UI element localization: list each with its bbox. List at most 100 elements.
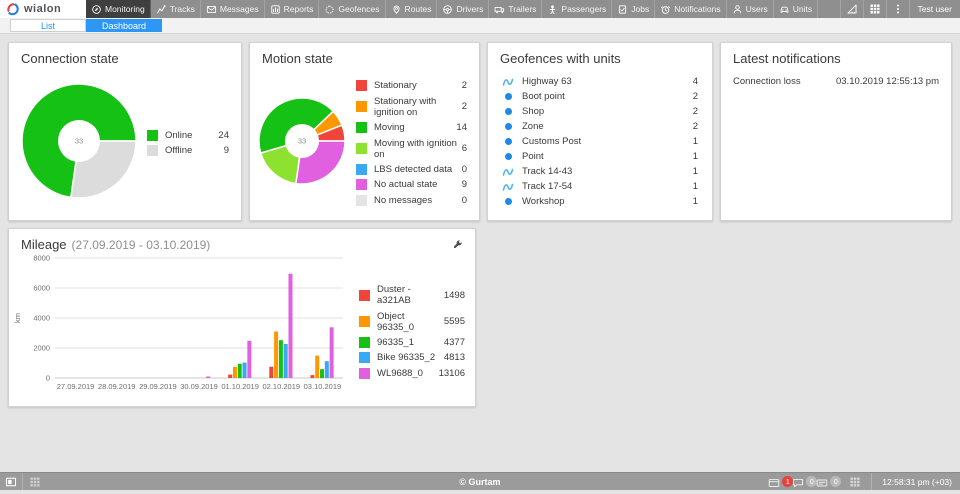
notification-row[interactable]: Connection loss03.10.2019 12:55:13 pm: [733, 74, 939, 89]
legend-item[interactable]: Moving14: [356, 120, 467, 135]
legend-color-swatch: [147, 130, 158, 141]
area-geofence-icon: [505, 138, 512, 145]
wialon-logo[interactable]: wialon: [0, 0, 86, 18]
chart-tools-icon[interactable]: [452, 239, 463, 250]
wialon-logo-text: wialon: [24, 3, 61, 15]
routes-icon: [391, 4, 402, 15]
legend-label: Object 96335_0: [377, 311, 444, 333]
legend-item[interactable]: Offline9: [147, 143, 229, 158]
legend-item[interactable]: Online24: [147, 128, 229, 143]
legend-item[interactable]: No messages0: [356, 192, 467, 207]
legend-item[interactable]: Object 96335_05595: [359, 308, 465, 334]
nav-item-label: Jobs: [631, 4, 649, 14]
nav-item-trailers[interactable]: Trailers: [489, 0, 542, 18]
ruler-icon[interactable]: [840, 0, 863, 18]
nav-item-units[interactable]: Units: [774, 0, 818, 18]
bottom-apps-grid-icon[interactable]: [23, 473, 46, 490]
geofences-list: Highway 634Boot point2Shop2Zone2Customs …: [488, 74, 712, 209]
mileage-bar-chart: 02000400060008000km27.09.201928.09.20192…: [11, 252, 349, 407]
nav-item-geofences[interactable]: Geofences: [319, 0, 385, 18]
motion-state-donut-chart: 33: [258, 97, 346, 190]
legend-label: Duster - a321AB: [377, 284, 444, 306]
footer-grid-icon[interactable]: [849, 476, 861, 488]
geofence-row[interactable]: Boot point2: [502, 89, 698, 104]
legend-color-swatch: [359, 290, 370, 301]
geofence-name: Track 14-43: [522, 166, 572, 177]
area-geofence-icon: [505, 108, 512, 115]
legend-item[interactable]: Duster - a321AB1498: [359, 282, 465, 308]
kebab-menu-icon[interactable]: [886, 0, 909, 18]
apps-grid-icon[interactable]: [863, 0, 886, 18]
legend-label: Moving with ignition on: [374, 138, 462, 160]
nav-item-monitoring[interactable]: Monitoring: [86, 0, 151, 18]
geofence-row[interactable]: Workshop1: [502, 194, 698, 209]
nav-item-passengers[interactable]: Passengers: [542, 0, 612, 18]
sms-icon[interactable]: 0: [815, 476, 831, 488]
geofence-row[interactable]: Customs Post1: [502, 134, 698, 149]
topbar-right: Test user: [840, 0, 960, 18]
legend-value: 0: [462, 164, 467, 175]
legend-item[interactable]: 96335_14377: [359, 335, 465, 350]
legend-item[interactable]: LBS detected data0: [356, 162, 467, 177]
legend-item[interactable]: WL9688_013106: [359, 366, 465, 381]
motion-state-panel: Motion state 33 Stationary2Stationary wi…: [249, 42, 480, 221]
legend-color-swatch: [356, 164, 367, 175]
current-time: 12:58:31 pm (+03): [871, 473, 952, 491]
legend-item[interactable]: Stationary with ignition on2: [356, 94, 467, 120]
line-geofence-icon: [502, 76, 514, 88]
geofence-row[interactable]: Track 14-43 1: [502, 164, 698, 179]
chat-icon[interactable]: 0: [791, 476, 807, 488]
latest-notifications-panel: Latest notifications Connection loss03.1…: [720, 42, 952, 221]
legend-label: 96335_1: [377, 337, 414, 348]
nav-item-users[interactable]: Users: [727, 0, 774, 18]
drivers-icon: [442, 4, 453, 15]
geofence-row[interactable]: Highway 634: [502, 74, 698, 89]
nav-item-jobs[interactable]: Jobs: [612, 0, 655, 18]
legend-label: Bike 96335_2: [377, 352, 435, 363]
nav-item-drivers[interactable]: Drivers: [437, 0, 489, 18]
svg-text:30.09.2019: 30.09.2019: [180, 382, 218, 391]
mileage-date-range: (27.09.2019 - 03.10.2019): [72, 238, 211, 252]
nav-item-label: Monitoring: [105, 4, 145, 14]
geofence-row[interactable]: Shop2: [502, 104, 698, 119]
nav-item-label: Messages: [220, 4, 259, 14]
geofence-units-count: 1: [693, 181, 698, 192]
legend-item[interactable]: Stationary2: [356, 78, 467, 93]
nav-item-reports[interactable]: Reports: [265, 0, 320, 18]
panel-title: Connection state: [9, 43, 241, 66]
legend-color-swatch: [356, 179, 367, 190]
main-menu: Monitoring Tracks Messages ReportsGeofences…: [86, 0, 840, 18]
nav-item-routes[interactable]: Routes: [386, 0, 438, 18]
reports-icon: [270, 4, 281, 15]
nav-item-notifications[interactable]: Notifications: [655, 0, 726, 18]
legend-item[interactable]: Bike 96335_24813: [359, 350, 465, 365]
legend-item[interactable]: No actual state9: [356, 177, 467, 192]
bottom-status-bar: © Gurtam 100 12:58:31 pm (+03): [0, 472, 960, 490]
nav-item-tracks[interactable]: Tracks: [151, 0, 201, 18]
notification-window-icon[interactable]: 1: [767, 476, 783, 488]
svg-text:8000: 8000: [33, 254, 50, 263]
svg-text:02.10.2019: 02.10.2019: [263, 382, 301, 391]
legend-color-swatch: [359, 316, 370, 327]
geofence-units-count: 1: [693, 151, 698, 162]
connection-state-panel: Connection state 33 Online24Offline9: [8, 42, 242, 221]
svg-text:01.10.2019: 01.10.2019: [221, 382, 259, 391]
geofence-units-count: 2: [693, 121, 698, 132]
legend-label: Stationary with ignition on: [374, 96, 462, 118]
user-menu[interactable]: Test user: [909, 0, 960, 18]
work-area-toggle-icon[interactable]: [0, 473, 23, 490]
geofence-row[interactable]: Zone2: [502, 119, 698, 134]
legend-value: 0: [462, 195, 467, 206]
svg-text:2000: 2000: [33, 344, 50, 353]
legend-item[interactable]: Moving with ignition on6: [356, 135, 467, 161]
geofence-row[interactable]: Track 17-541: [502, 179, 698, 194]
nav-item-messages[interactable]: Messages: [201, 0, 265, 18]
tab-list[interactable]: List: [10, 19, 86, 32]
badge-count: 0: [830, 476, 841, 487]
svg-text:33: 33: [298, 136, 306, 145]
tab-dashboard[interactable]: Dashboard: [86, 19, 162, 32]
legend-value: 9: [224, 145, 229, 156]
geofence-units-count: 1: [693, 166, 698, 177]
wialon-logo-icon: [7, 3, 20, 16]
geofence-row[interactable]: Point1: [502, 149, 698, 164]
